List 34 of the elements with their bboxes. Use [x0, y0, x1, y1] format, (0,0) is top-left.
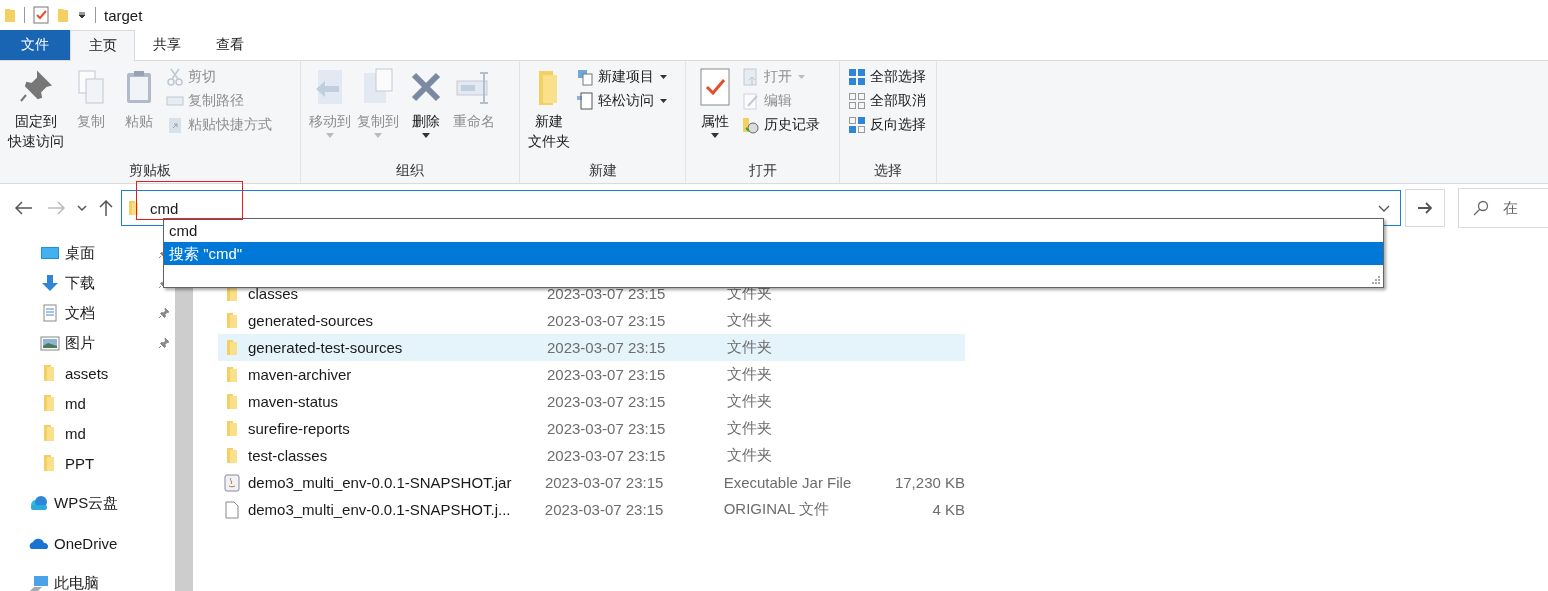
modified-date: 2023-03-07 23:15: [547, 393, 667, 410]
file-type: 文件夹: [727, 446, 773, 465]
file-name: generated-sources: [248, 312, 375, 329]
group-label: 新建: [587, 162, 618, 180]
group-label: 剪贴板: [128, 162, 172, 180]
group-label: 组织: [395, 162, 425, 180]
file-name: maven-status: [248, 393, 340, 410]
file-name: surefire-reports: [248, 420, 351, 437]
file-type: 文件夹: [727, 392, 773, 411]
file-name: classes: [248, 285, 300, 302]
file-size: 17,230 KB: [893, 474, 965, 491]
file-name: test-classes: [248, 447, 329, 464]
modified-date: 2023-03-07 23:15: [547, 339, 667, 356]
file-type: 文件夹: [727, 365, 773, 384]
modified-date: 2023-03-07 23:15: [544, 474, 665, 491]
modified-date: 2023-03-07 23:15: [547, 447, 667, 464]
modified-date: 2023-03-07 23:15: [544, 501, 665, 518]
file-size: 4 KB: [931, 501, 965, 518]
file-type: 文件夹: [727, 338, 773, 357]
modified-date: 2023-03-07 23:15: [547, 420, 667, 437]
file-name: demo3_multi_env-0.0.1-SNAPSHOT.jar: [248, 474, 513, 491]
modified-date: 2023-03-07 23:15: [547, 285, 667, 302]
file-type: Executable Jar File: [723, 474, 853, 491]
file-name: maven-archiver: [248, 366, 353, 383]
file-name: demo3_multi_env-0.0.1-SNAPSHOT.j...: [247, 501, 512, 518]
file-type: ORIGINAL 文件: [723, 500, 830, 519]
file-type: 文件夹: [727, 419, 773, 438]
file-name: generated-test-sources: [248, 339, 404, 356]
file-type: 文件夹: [727, 311, 773, 330]
group-label: 选择: [873, 162, 903, 180]
group-label: 打开: [747, 162, 778, 180]
modified-date: 2023-03-07 23:15: [547, 366, 667, 383]
window-title: target: [104, 6, 143, 24]
modified-date: 2023-03-07 23:15: [547, 312, 667, 329]
